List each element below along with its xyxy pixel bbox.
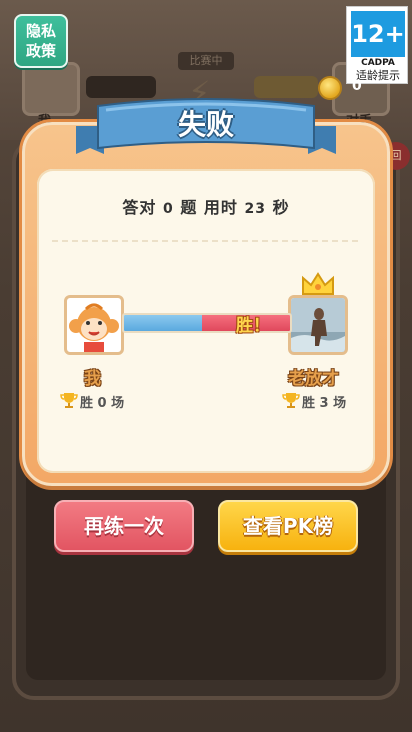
retry-button[interactable]: 再练一次 [54, 500, 194, 552]
opponent-name: 老放才 [288, 369, 339, 389]
result-title: 失败 [177, 108, 234, 141]
my-name: 我 [84, 369, 101, 389]
opponent-photo-icon [291, 298, 345, 352]
age-rating-badge[interactable]: 12+ CADPA 适龄提示 [346, 6, 408, 84]
pk-bar-my-share [124, 315, 203, 331]
opponent-avatar [288, 295, 348, 355]
divider [52, 240, 358, 242]
result-summary: 答对 0 题 用时 23 秒 [34, 194, 378, 218]
crown-icon [302, 272, 334, 295]
privacy-label-line1: 隐私 [25, 22, 56, 40]
summary-suffix: 秒 [272, 198, 290, 217]
background-my-avatar [22, 62, 80, 116]
time-seconds: 23 [244, 201, 266, 217]
my-avatar [64, 295, 124, 355]
correct-count: 0 [163, 201, 174, 217]
coin-count: 0 [352, 78, 362, 94]
opponent-wins: 胜 3 场 [302, 396, 347, 411]
age-rating-number: 12+ [351, 11, 405, 57]
summary-mid: 题 用时 [180, 198, 238, 217]
monkey-avatar-icon [69, 303, 119, 352]
background-name-bar [86, 76, 156, 98]
trophy-icon [60, 393, 78, 408]
win-tag: 胜！ [236, 316, 270, 336]
trophy-icon [282, 393, 300, 408]
summary-prefix: 答对 [122, 198, 157, 217]
age-rating-org: CADPA [361, 58, 395, 68]
background-score-bar [254, 76, 318, 98]
privacy-policy-button[interactable]: 隐私 政策 [14, 14, 68, 68]
my-wins: 胜 0 场 [80, 396, 125, 411]
privacy-label-line2: 政策 [25, 42, 56, 60]
view-leaderboard-button[interactable]: 查看PK榜 [218, 500, 358, 552]
background-center-label: 比赛中 [178, 52, 234, 70]
